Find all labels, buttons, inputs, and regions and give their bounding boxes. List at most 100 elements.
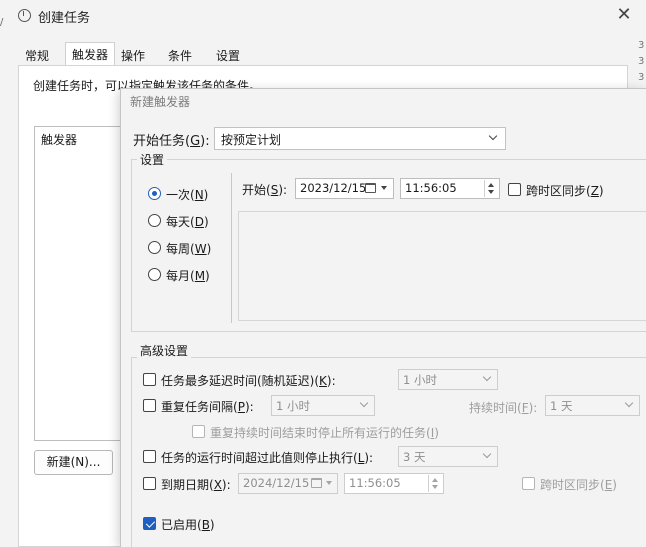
label-text: 开始( <box>242 183 271 197</box>
calendar-icon[interactable] <box>365 183 376 193</box>
delay-select[interactable]: 1 小时 <box>398 369 498 390</box>
dropdown-arrow-icon[interactable] <box>381 186 387 190</box>
label-text: 到期日期( <box>161 478 214 492</box>
edge-digit: 3 <box>638 56 645 67</box>
tab-general[interactable]: 常规 <box>19 44 56 66</box>
close-button[interactable]: ✕ <box>612 3 636 27</box>
label-text: 任务最多延迟时间(随机延迟)( <box>161 374 320 388</box>
repeat-interval-select[interactable]: 1 小时 <box>271 395 375 416</box>
radio-daily[interactable] <box>148 214 161 227</box>
expire-label[interactable]: 到期日期(X): <box>161 476 231 493</box>
dialog-title: 新建触发器 <box>130 95 191 109</box>
expire-time-input[interactable]: 11:56:05 <box>344 473 444 494</box>
time-spinner[interactable] <box>484 180 498 197</box>
accesskey: D <box>194 215 204 229</box>
start-time-input[interactable]: 11:56:05 <box>400 178 500 199</box>
delay-checkbox[interactable] <box>143 373 156 386</box>
delay-label[interactable]: 任务最多延迟时间(随机延迟)(K): <box>161 372 336 389</box>
expire-time-value: 11:56:05 <box>349 476 401 490</box>
label-text: 重复持续时间结束时停止所有运行的任务( <box>210 426 431 440</box>
accesskey: X <box>213 478 222 492</box>
accesskey: P <box>237 400 245 414</box>
label-text: ): <box>244 400 254 414</box>
label-text: 持续时间( <box>469 401 522 415</box>
trigger-list-header[interactable]: 触发器 <box>41 131 77 148</box>
accesskey: Z <box>590 184 599 198</box>
stop-if-longer-label[interactable]: 任务的运行时间超过此值则停止执行(L): <box>161 449 373 466</box>
label-text: 每周( <box>166 242 195 256</box>
label-text: 一次( <box>166 188 195 202</box>
expire-sync-timezone-checkbox[interactable] <box>522 477 535 490</box>
label-text: ) <box>206 242 212 256</box>
start-date-value: 2023/12/15 <box>300 181 367 195</box>
accesskey: F <box>521 401 529 415</box>
enabled-checkbox[interactable] <box>143 517 156 530</box>
schedule-detail-panel <box>238 211 646 321</box>
tab-settings[interactable]: 设置 <box>210 44 247 66</box>
label-text: ): <box>326 374 336 388</box>
label-text: ) <box>209 518 215 532</box>
label-text: ): <box>364 451 374 465</box>
sync-timezone-label[interactable]: 跨时区同步(Z) <box>526 182 604 199</box>
label-text: 已启用( <box>161 518 202 532</box>
chevron-down-icon <box>624 398 634 408</box>
calendar-icon[interactable] <box>311 478 322 488</box>
label-text: ) <box>203 188 209 202</box>
expire-sync-timezone-label[interactable]: 跨时区同步(E) <box>540 476 617 493</box>
advanced-settings-legend: 高级设置 <box>137 342 192 359</box>
spin-up-icon[interactable] <box>488 183 494 187</box>
time-spinner[interactable] <box>428 475 442 492</box>
divider <box>231 173 232 323</box>
stop-all-checkbox[interactable] <box>192 425 205 438</box>
chevron-down-icon <box>482 372 492 382</box>
label-text: 每天( <box>166 215 195 229</box>
label-text: ) <box>203 215 209 229</box>
expire-checkbox[interactable] <box>143 477 156 490</box>
radio-weekly-label[interactable]: 每周(W) <box>166 240 211 257</box>
tab-actions[interactable]: 操作 <box>115 44 152 66</box>
tab-conditions[interactable]: 条件 <box>162 44 199 66</box>
start-date-picker[interactable]: 2023/12/15 <box>295 178 394 199</box>
duration-label: 持续时间(F): <box>469 399 537 416</box>
chevron-down-icon <box>488 131 498 141</box>
expire-date-picker[interactable]: 2024/12/15 <box>238 473 338 494</box>
delay-value: 1 小时 <box>403 373 437 387</box>
radio-once[interactable] <box>148 187 161 200</box>
repeat-checkbox[interactable] <box>143 399 156 412</box>
begin-task-value: 按预定计划 <box>221 133 282 147</box>
accesskey: N <box>194 188 204 202</box>
new-trigger-button[interactable]: 新建(N)... <box>34 450 113 475</box>
spin-down-icon[interactable] <box>432 485 438 489</box>
label-text: ): <box>200 134 210 149</box>
tab-triggers[interactable]: 触发器 <box>65 42 116 66</box>
edge-digit: 3 <box>638 40 645 51</box>
label-text: ) <box>434 426 439 440</box>
label-text: ): <box>278 183 288 197</box>
label-text: 跨时区同步( <box>526 184 591 198</box>
settings-legend: 设置 <box>137 151 168 168</box>
duration-value: 1 天 <box>550 399 573 413</box>
stop-all-label[interactable]: 重复持续时间结束时停止所有运行的任务(I) <box>210 424 439 441</box>
radio-monthly[interactable] <box>148 268 161 281</box>
trigger-list[interactable] <box>34 126 130 441</box>
clock-icon <box>18 9 31 22</box>
repeat-label[interactable]: 重复任务间隔(P): <box>161 398 254 415</box>
spin-down-icon[interactable] <box>488 190 494 194</box>
duration-select[interactable]: 1 天 <box>545 395 640 416</box>
edge-glyph: / <box>0 17 4 28</box>
stop-if-longer-value: 3 天 <box>403 450 426 464</box>
radio-monthly-label[interactable]: 每月(M) <box>166 267 210 284</box>
stop-if-longer-checkbox[interactable] <box>143 450 156 463</box>
accesskey: G <box>190 134 201 149</box>
radio-weekly[interactable] <box>148 241 161 254</box>
spin-up-icon[interactable] <box>432 478 438 482</box>
start-time-value: 11:56:05 <box>405 181 457 195</box>
radio-daily-label[interactable]: 每天(D) <box>166 213 209 230</box>
chevron-down-icon <box>359 398 369 408</box>
dropdown-arrow-icon[interactable] <box>326 481 332 485</box>
stop-if-longer-select[interactable]: 3 天 <box>398 446 498 467</box>
enabled-label[interactable]: 已启用(B) <box>161 516 215 533</box>
sync-timezone-checkbox[interactable] <box>508 183 521 196</box>
begin-task-select[interactable]: 按预定计划 <box>214 127 506 150</box>
radio-once-label[interactable]: 一次(N) <box>166 186 208 203</box>
